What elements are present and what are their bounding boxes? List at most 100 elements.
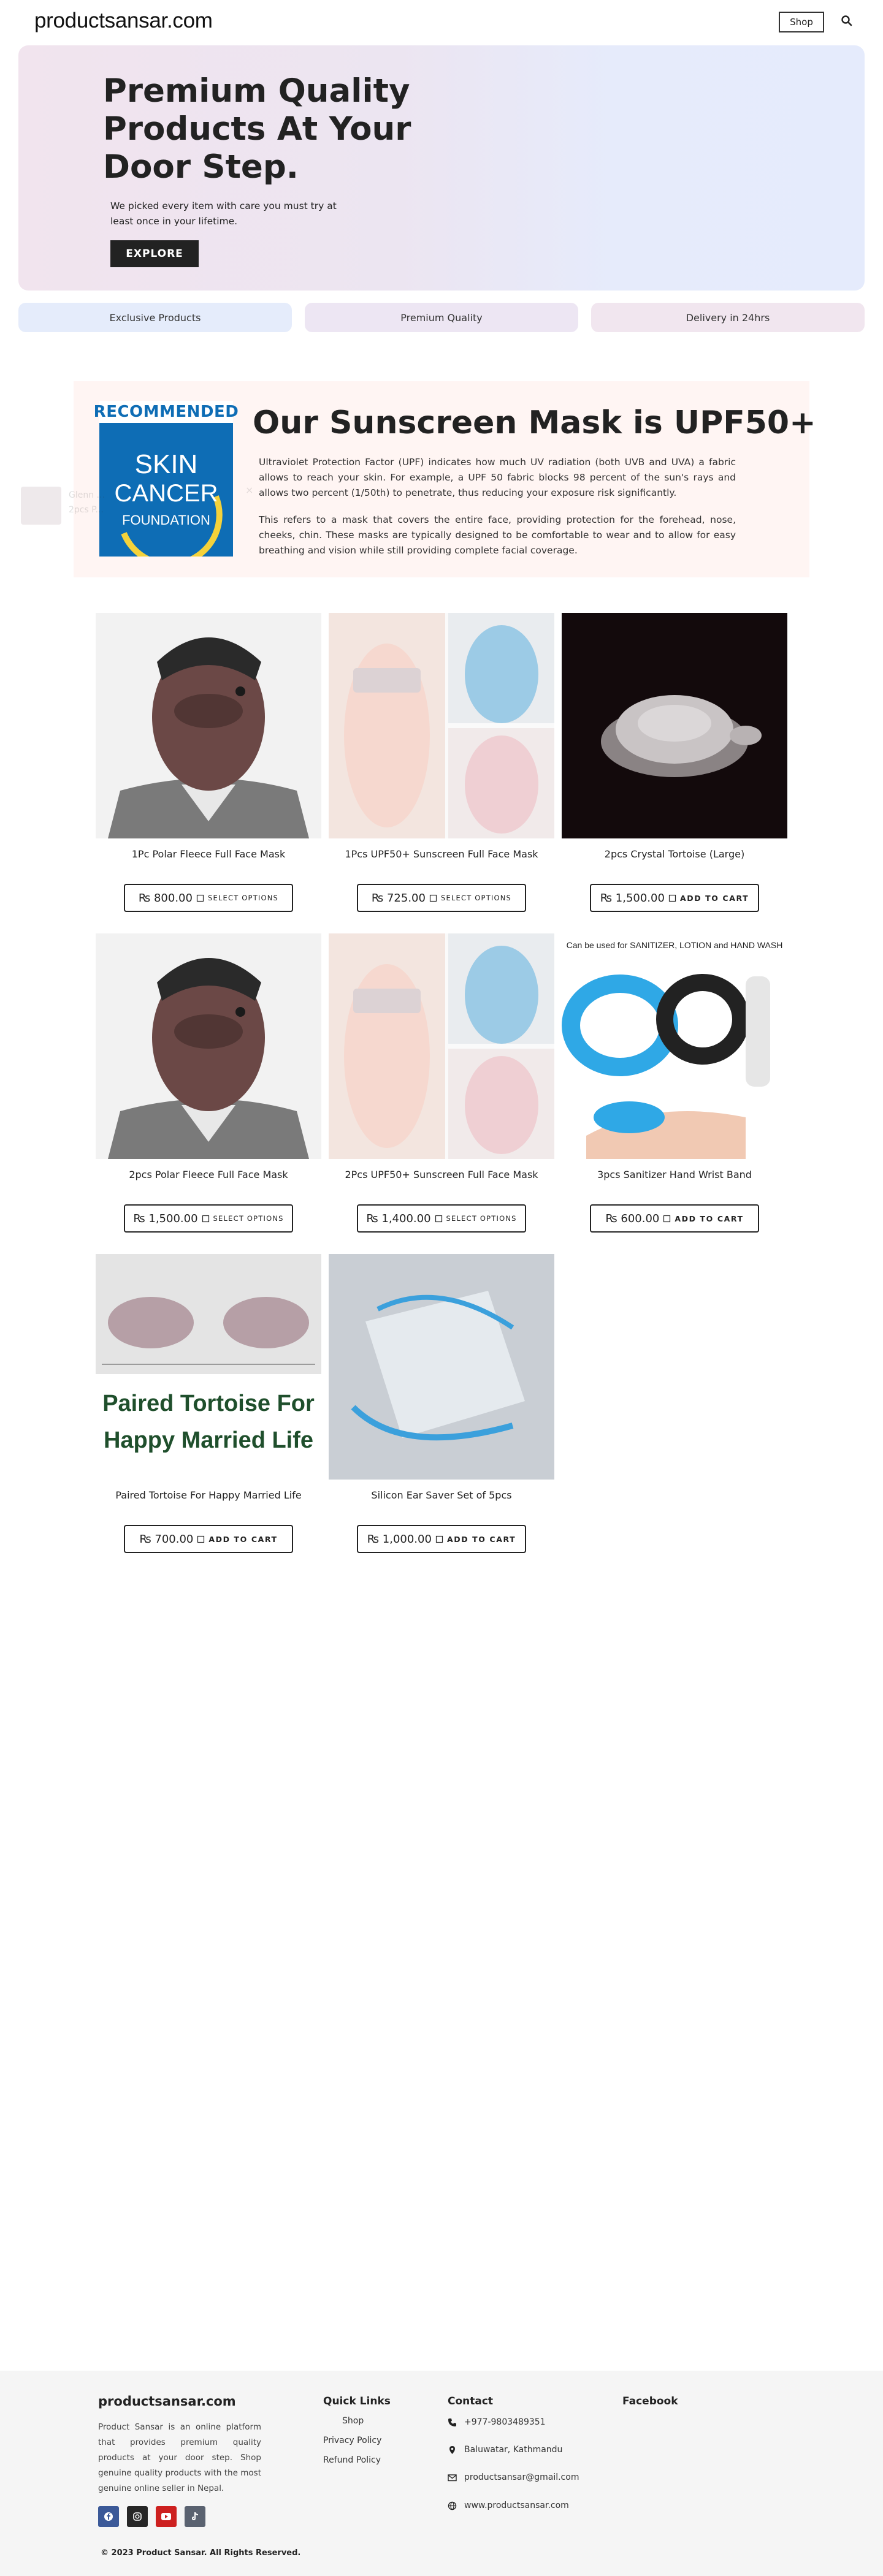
sunscreen-info-section: RECOMMENDED SKIN CANCER FOUNDATION Our S… [74,381,816,577]
add-to-cart-button[interactable]: ₨ 700.00 ADD TO CART [124,1525,293,1553]
contact-email-text: productsansar@gmail.com [464,2472,579,2482]
instagram-icon[interactable] [127,2506,148,2527]
contact-website[interactable]: www.productsansar.com [448,2501,569,2510]
feature-premium-quality: Premium Quality [305,303,578,332]
footer-link-refund-policy[interactable]: Refund Policy [323,2455,381,2465]
cart-bag-icon [435,1535,443,1543]
popup-thumbnail [21,487,61,525]
recent-purchase-popup[interactable]: Glenn ... 2pcs P... × [18,484,253,533]
quick-links-heading: Quick Links [323,2395,391,2407]
search-icon[interactable] [841,15,853,27]
add-to-cart-button[interactable]: ₨ 1,000.00 ADD TO CART [357,1525,526,1553]
product-name[interactable]: 2pcs Polar Fleece Full Face Mask [96,1169,321,1180]
product-name[interactable]: 3pcs Sanitizer Hand Wrist Band [562,1169,787,1180]
footer-brand: productsansar.com [98,2394,236,2409]
add-to-cart-button[interactable]: ₨ 600.00 ADD TO CART [590,1204,759,1233]
phone-icon [448,2418,456,2426]
fleece-mask-image [96,933,321,1159]
feature-exclusive-products: Exclusive Products [18,303,292,332]
product-name[interactable]: 1Pc Polar Fleece Full Face Mask [96,848,321,860]
product-image[interactable] [329,613,554,838]
location-pin-icon [449,2445,455,2454]
product-price: ₨ 725.00 [371,891,426,905]
product-name[interactable]: 1Pcs UPF50+ Sunscreen Full Face Mask [329,848,554,860]
explore-button[interactable]: EXPLORE [110,240,199,267]
hero-title: Premium Quality Products At Your Door St… [103,72,411,186]
facebook-heading: Facebook [622,2395,678,2407]
sunscreen-mask-image [329,613,554,838]
footer-about: Product Sansar is an online platform tha… [98,2422,261,2493]
copyright-text: © 2023 Product Sansar. All Rights Reserv… [101,2548,301,2558]
product-name[interactable]: 2pcs Crystal Tortoise (Large) [562,848,787,860]
product-image[interactable] [329,1254,554,1480]
sanitizer-image-caption: Can be used for SANITIZER, LOTION and HA… [567,940,783,950]
product-price: ₨ 1,500.00 [133,1212,198,1225]
cart-bag-icon [663,1215,671,1222]
product-image[interactable] [96,613,321,838]
footer-link-shop[interactable]: Shop [342,2416,364,2426]
product-name[interactable]: Silicon Ear Saver Set of 5pcs [329,1489,554,1501]
badge-line-skin: SKIN [135,449,198,479]
product-action-label: SELECT OPTIONS [446,1214,517,1223]
cart-bag-icon [197,1535,205,1543]
product-action-label: ADD TO CART [675,1214,744,1223]
facebook-icon[interactable] [98,2506,119,2527]
popup-close-icon[interactable]: × [245,484,253,496]
contact-phone[interactable]: +977-9803489351 [448,2417,546,2427]
contact-address: Baluwatar, Kathmandu [448,2445,562,2455]
popup-product: 2pcs P... [69,505,104,515]
contact-website-text: www.productsansar.com [464,2501,569,2510]
sunscreen-paragraph-upf: Ultraviolet Protection Factor (UPF) indi… [259,457,736,498]
cart-bag-icon [435,1215,442,1222]
product-image[interactable]: Can be used for SANITIZER, LOTION and HA… [562,933,787,1159]
site-header: productsansar.com Shop [0,0,883,44]
cart-bag-icon [196,894,204,902]
sanitizer-band-image: Can be used for SANITIZER, LOTION and HA… [562,933,787,1159]
sunscreen-title: Our Sunscreen Mask is UPF50+ [253,405,816,441]
product-price: ₨ 800.00 [138,891,193,905]
popup-buyer: Glenn ... [69,490,105,500]
contact-email[interactable]: productsansar@gmail.com [448,2472,579,2482]
product-name[interactable]: 2Pcs UPF50+ Sunscreen Full Face Mask [329,1169,554,1180]
shop-button[interactable]: Shop [779,12,824,32]
youtube-icon[interactable] [156,2506,177,2527]
product-image[interactable] [329,933,554,1159]
crystal-tortoise-image [562,613,787,838]
select-options-button[interactable]: ₨ 800.00 SELECT OPTIONS [124,884,293,912]
product-price: ₨ 600.00 [605,1212,660,1225]
contact-phone-text: +977-9803489351 [464,2417,546,2427]
paired-tortoise-image: Paired Tortoise For Happy Married Life [96,1254,321,1480]
add-to-cart-button[interactable]: ₨ 1,500.00 ADD TO CART [590,884,759,912]
sunscreen-paragraph-mask: This refers to a mask that covers the en… [259,514,736,556]
product-action-label: ADD TO CART [446,1534,516,1544]
tortoise-image-caption-2: Happy Married Life [104,1427,313,1453]
select-options-button[interactable]: ₨ 1,500.00 SELECT OPTIONS [124,1204,293,1233]
product-image[interactable] [96,933,321,1159]
fleece-mask-image [96,613,321,838]
product-image[interactable]: Paired Tortoise For Happy Married Life [96,1254,321,1480]
ear-saver-image [329,1254,554,1480]
product-action-label: SELECT OPTIONS [213,1214,284,1223]
product-action-label: ADD TO CART [208,1534,278,1544]
product-name[interactable]: Paired Tortoise For Happy Married Life [96,1489,321,1501]
product-action-label: SELECT OPTIONS [207,894,279,902]
select-options-button[interactable]: ₨ 725.00 SELECT OPTIONS [357,884,526,912]
tiktok-icon[interactable] [185,2506,205,2527]
product-price: ₨ 1,400.00 [366,1212,431,1225]
cart-bag-icon [668,894,676,902]
cart-bag-icon [202,1215,209,1222]
envelope-icon [448,2474,457,2481]
cart-bag-icon [429,894,437,902]
tortoise-image-caption-1: Paired Tortoise For [102,1391,315,1416]
product-image[interactable] [562,613,787,838]
globe-icon [448,2501,457,2510]
hero-subtitle: We picked every item with care you must … [110,200,337,227]
feature-delivery: Delivery in 24hrs [591,303,865,332]
badge-recommended-label: RECOMMENDED [94,401,239,423]
select-options-button[interactable]: ₨ 1,400.00 SELECT OPTIONS [357,1204,526,1233]
product-action-label: ADD TO CART [679,893,749,903]
product-price: ₨ 1,000.00 [367,1532,432,1546]
site-logo[interactable]: productsansar.com [34,9,213,33]
footer-link-privacy-policy[interactable]: Privacy Policy [323,2436,381,2445]
contact-address-text: Baluwatar, Kathmandu [464,2445,563,2455]
